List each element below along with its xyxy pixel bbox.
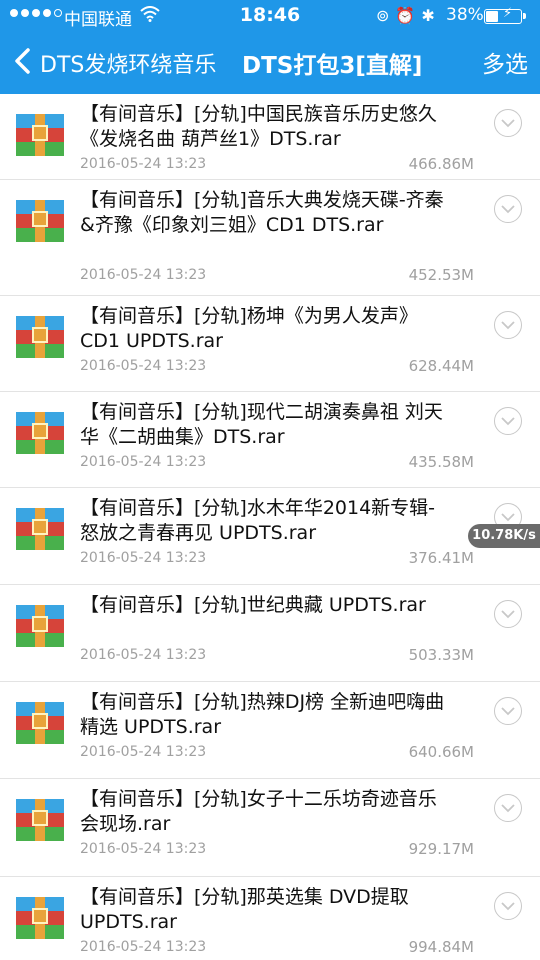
file-row[interactable]: 【有间音乐】[分轨]音乐大典发烧天碟-齐秦&齐豫《印象刘三姐》CD1 DTS.r…	[0, 180, 540, 296]
status-bar: 中国联通 18:46 ⊚⏰✱ 38% ⚡	[0, 0, 540, 32]
rotation-lock-icon: ⊚	[376, 6, 396, 25]
file-size: 994.84M	[408, 938, 474, 956]
file-size: 503.33M	[408, 646, 474, 664]
file-size: 435.58M	[408, 453, 474, 471]
rar-archive-icon	[16, 200, 64, 242]
chevron-down-circle-icon[interactable]	[494, 195, 522, 223]
rar-archive-icon	[16, 114, 64, 156]
bluetooth-icon: ✱	[421, 6, 441, 25]
rar-archive-icon	[16, 508, 64, 550]
chevron-down-circle-icon[interactable]	[494, 697, 522, 725]
chevron-down-circle-icon[interactable]	[494, 407, 522, 435]
file-row[interactable]: 【有间音乐】[分轨]中国民族音乐历史悠久《发烧名曲 葫芦丝1》DTS.rar 20…	[0, 94, 540, 180]
status-icons: ⊚⏰✱	[376, 6, 441, 25]
battery-percent: 38%	[446, 5, 484, 25]
file-row[interactable]: 【有间音乐】[分轨]现代二胡演奏鼻祖 刘天华《二胡曲集》DTS.rar 2016-…	[0, 392, 540, 488]
file-date: 2016-05-24 13:23	[80, 647, 207, 663]
battery-icon: ⚡	[484, 6, 526, 24]
file-name: 【有间音乐】[分轨]女子十二乐坊奇迹音乐会现场.rar	[80, 788, 437, 835]
file-size: 376.41M	[408, 549, 474, 567]
file-name: 【有间音乐】[分轨]杨坤《为男人发声》CD1 UPDTS.rar	[80, 305, 418, 352]
rar-archive-icon	[16, 316, 64, 358]
file-date: 2016-05-24 13:23	[80, 358, 207, 374]
file-name: 【有间音乐】[分轨]中国民族音乐历史悠久《发烧名曲 葫芦丝1》DTS.rar	[80, 103, 437, 150]
rar-archive-icon	[16, 702, 64, 744]
file-date: 2016-05-24 13:23	[80, 939, 207, 955]
file-row[interactable]: 【有间音乐】[分轨]热辣DJ榜 全新迪吧嗨曲精选 UPDTS.rar 2016-0…	[0, 682, 540, 779]
chevron-down-circle-icon[interactable]	[494, 794, 522, 822]
file-size: 628.44M	[408, 357, 474, 375]
multi-select-button[interactable]: 多选	[482, 45, 528, 79]
file-date: 2016-05-24 13:23	[80, 267, 207, 283]
file-name: 【有间音乐】[分轨]现代二胡演奏鼻祖 刘天华《二胡曲集》DTS.rar	[80, 401, 443, 448]
file-row[interactable]: 【有间音乐】[分轨]杨坤《为男人发声》CD1 UPDTS.rar 2016-05-…	[0, 296, 540, 392]
file-date: 2016-05-24 13:23	[80, 454, 207, 470]
file-date: 2016-05-24 13:23	[80, 156, 207, 172]
alarm-icon: ⏰	[395, 6, 422, 25]
file-row[interactable]: 【有间音乐】[分轨]水木年华2014新专辑-怒放之青春再见 UPDTS.rar 2…	[0, 488, 540, 585]
file-row[interactable]: 【有间音乐】[分轨]那英选集 DVD提取 UPDTS.rar 2016-05-24…	[0, 877, 540, 960]
rar-archive-icon	[16, 412, 64, 454]
chevron-down-circle-icon[interactable]	[494, 109, 522, 137]
file-size: 640.66M	[408, 743, 474, 761]
file-size: 929.17M	[408, 840, 474, 858]
file-size: 466.86M	[408, 155, 474, 173]
file-name: 【有间音乐】[分轨]音乐大典发烧天碟-齐秦&齐豫《印象刘三姐》CD1 DTS.r…	[80, 189, 444, 236]
file-row[interactable]: 【有间音乐】[分轨]世纪典藏 UPDTS.rar 2016-05-24 13:23…	[0, 585, 540, 682]
file-row[interactable]: 【有间音乐】[分轨]女子十二乐坊奇迹音乐会现场.rar 2016-05-24 13…	[0, 779, 540, 877]
file-name: 【有间音乐】[分轨]热辣DJ榜 全新迪吧嗨曲精选 UPDTS.rar	[80, 691, 445, 738]
file-date: 2016-05-24 13:23	[80, 841, 207, 857]
file-date: 2016-05-24 13:23	[80, 550, 207, 566]
file-name: 【有间音乐】[分轨]水木年华2014新专辑-怒放之青春再见 UPDTS.rar	[80, 497, 436, 544]
file-list: 【有间音乐】[分轨]中国民族音乐历史悠久《发烧名曲 葫芦丝1》DTS.rar 20…	[0, 94, 540, 960]
file-size: 452.53M	[408, 266, 474, 284]
file-date: 2016-05-24 13:23	[80, 744, 207, 760]
file-name: 【有间音乐】[分轨]世纪典藏 UPDTS.rar	[80, 594, 426, 616]
network-speed-badge: 10.78K/s	[468, 524, 540, 548]
file-name: 【有间音乐】[分轨]那英选集 DVD提取 UPDTS.rar	[80, 886, 409, 933]
header: 中国联通 18:46 ⊚⏰✱ 38% ⚡ DTS发烧环绕音乐 DTS打包3[直解…	[0, 0, 540, 94]
rar-archive-icon	[16, 605, 64, 647]
chevron-down-circle-icon[interactable]	[494, 892, 522, 920]
back-button[interactable]: DTS发烧环绕音乐	[40, 47, 216, 79]
page-title: DTS打包3[直解]	[242, 53, 423, 79]
rar-archive-icon	[16, 897, 64, 939]
chevron-down-circle-icon[interactable]	[494, 311, 522, 339]
chevron-left-icon[interactable]	[10, 46, 38, 76]
rar-archive-icon	[16, 799, 64, 841]
chevron-down-circle-icon[interactable]	[494, 600, 522, 628]
nav-bar: DTS发烧环绕音乐 DTS打包3[直解] 多选	[0, 32, 540, 94]
